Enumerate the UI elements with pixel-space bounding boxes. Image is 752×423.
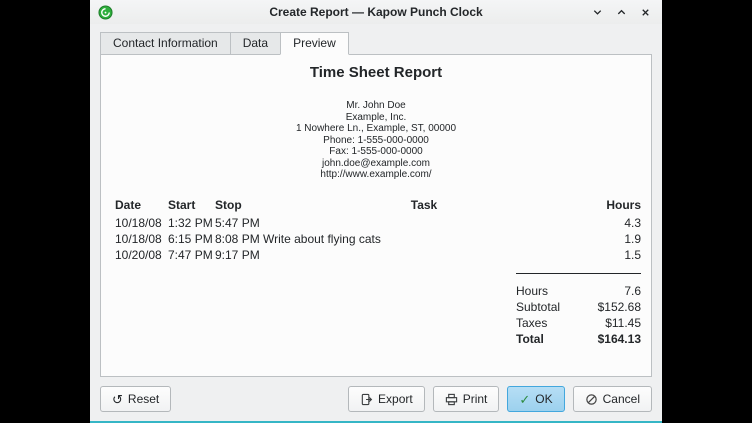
tab-preview[interactable]: Preview <box>280 32 349 55</box>
tab-data[interactable]: Data <box>230 32 281 55</box>
summary-value: 7.6 <box>624 284 641 298</box>
reset-label: Reset <box>128 392 159 406</box>
dialog-window: Create Report — Kapow Punch Clock <box>90 0 662 423</box>
cancel-icon <box>585 393 598 406</box>
cell-date: 10/18/08 <box>115 215 168 231</box>
reset-icon: ↺ <box>112 393 123 406</box>
header-start: Start <box>168 197 215 215</box>
summary-label: Total <box>516 332 544 346</box>
summary-row: Taxes $11.45 <box>516 315 641 331</box>
cell-start: 1:32 PM <box>168 215 215 231</box>
cell-hours: 1.5 <box>585 247 641 263</box>
cell-task: Write about flying cats <box>263 231 585 247</box>
cell-hours: 4.3 <box>585 215 641 231</box>
summary-block: Hours 7.6 Subtotal $152.68 Taxes $11.45 … <box>516 273 641 347</box>
cell-start: 6:15 PM <box>168 231 215 247</box>
contact-line: Example, Inc. <box>101 112 651 124</box>
table-row: 10/18/08 6:15 PM 8:08 PM Write about fly… <box>115 231 641 247</box>
tab-bar: Contact Information Data Preview <box>100 32 652 55</box>
contact-line: Phone: 1-555-000-0000 <box>101 135 651 147</box>
ok-button[interactable]: ✓ OK <box>507 386 564 412</box>
report-preview[interactable]: Time Sheet Report Mr. John Doe Example, … <box>100 54 652 377</box>
cell-stop: 9:17 PM <box>215 247 263 263</box>
export-label: Export <box>378 392 413 406</box>
summary-row: Hours 7.6 <box>516 283 641 299</box>
cell-start: 7:47 PM <box>168 247 215 263</box>
minimize-button[interactable] <box>588 3 606 21</box>
contact-line: 1 Nowhere Ln., Example, ST, 00000 <box>101 123 651 135</box>
contact-line: john.doe@example.com <box>101 158 651 170</box>
contact-block: Mr. John Doe Example, Inc. 1 Nowhere Ln.… <box>101 100 651 181</box>
contact-line: Fax: 1-555-000-0000 <box>101 146 651 158</box>
cell-task <box>263 215 585 231</box>
timesheet-table: Date Start Stop Task Hours 10/18/08 1:32… <box>115 197 641 263</box>
cell-task <box>263 247 585 263</box>
summary-value: $11.45 <box>605 316 641 330</box>
summary-label: Subtotal <box>516 300 560 314</box>
table-row: 10/20/08 7:47 PM 9:17 PM 1.5 <box>115 247 641 263</box>
print-label: Print <box>463 392 488 406</box>
cell-date: 10/20/08 <box>115 247 168 263</box>
summary-row-total: Total $164.13 <box>516 331 641 347</box>
screen-background: Create Report — Kapow Punch Clock <box>0 0 752 423</box>
cancel-label: Cancel <box>603 392 640 406</box>
summary-row: Subtotal $152.68 <box>516 299 641 315</box>
app-icon <box>98 5 113 20</box>
cell-date: 10/18/08 <box>115 231 168 247</box>
header-date: Date <box>115 197 168 215</box>
report-title: Time Sheet Report <box>101 64 651 81</box>
cancel-button[interactable]: Cancel <box>573 386 652 412</box>
export-icon <box>360 393 373 406</box>
chevron-up-icon <box>616 7 627 18</box>
summary-label: Taxes <box>516 316 547 330</box>
table-row: 10/18/08 1:32 PM 5:47 PM 4.3 <box>115 215 641 231</box>
summary-label: Hours <box>516 284 548 298</box>
reset-button[interactable]: ↺ Reset <box>100 386 171 412</box>
button-bar: ↺ Reset Export <box>90 377 662 421</box>
cell-stop: 8:08 PM <box>215 231 263 247</box>
header-stop: Stop <box>215 197 263 215</box>
ok-check-icon: ✓ <box>519 393 530 406</box>
close-button[interactable] <box>636 3 654 21</box>
window-title: Create Report — Kapow Punch Clock <box>90 5 662 19</box>
ok-label: OK <box>535 392 552 406</box>
print-button[interactable]: Print <box>433 386 500 412</box>
header-task: Task <box>263 197 585 215</box>
window-controls <box>588 3 654 21</box>
summary-value: $152.68 <box>598 300 641 314</box>
contact-line: http://www.example.com/ <box>101 169 651 181</box>
tab-contact-information[interactable]: Contact Information <box>100 32 231 55</box>
table-header-row: Date Start Stop Task Hours <box>115 197 641 215</box>
summary-value: $164.13 <box>598 332 641 346</box>
cell-stop: 5:47 PM <box>215 215 263 231</box>
export-button[interactable]: Export <box>348 386 425 412</box>
print-icon <box>445 393 458 406</box>
chevron-down-icon <box>592 7 603 18</box>
cell-hours: 1.9 <box>585 231 641 247</box>
titlebar[interactable]: Create Report — Kapow Punch Clock <box>90 0 662 24</box>
maximize-button[interactable] <box>612 3 630 21</box>
contact-line: Mr. John Doe <box>101 100 651 112</box>
close-icon <box>640 7 651 18</box>
header-hours: Hours <box>585 197 641 215</box>
